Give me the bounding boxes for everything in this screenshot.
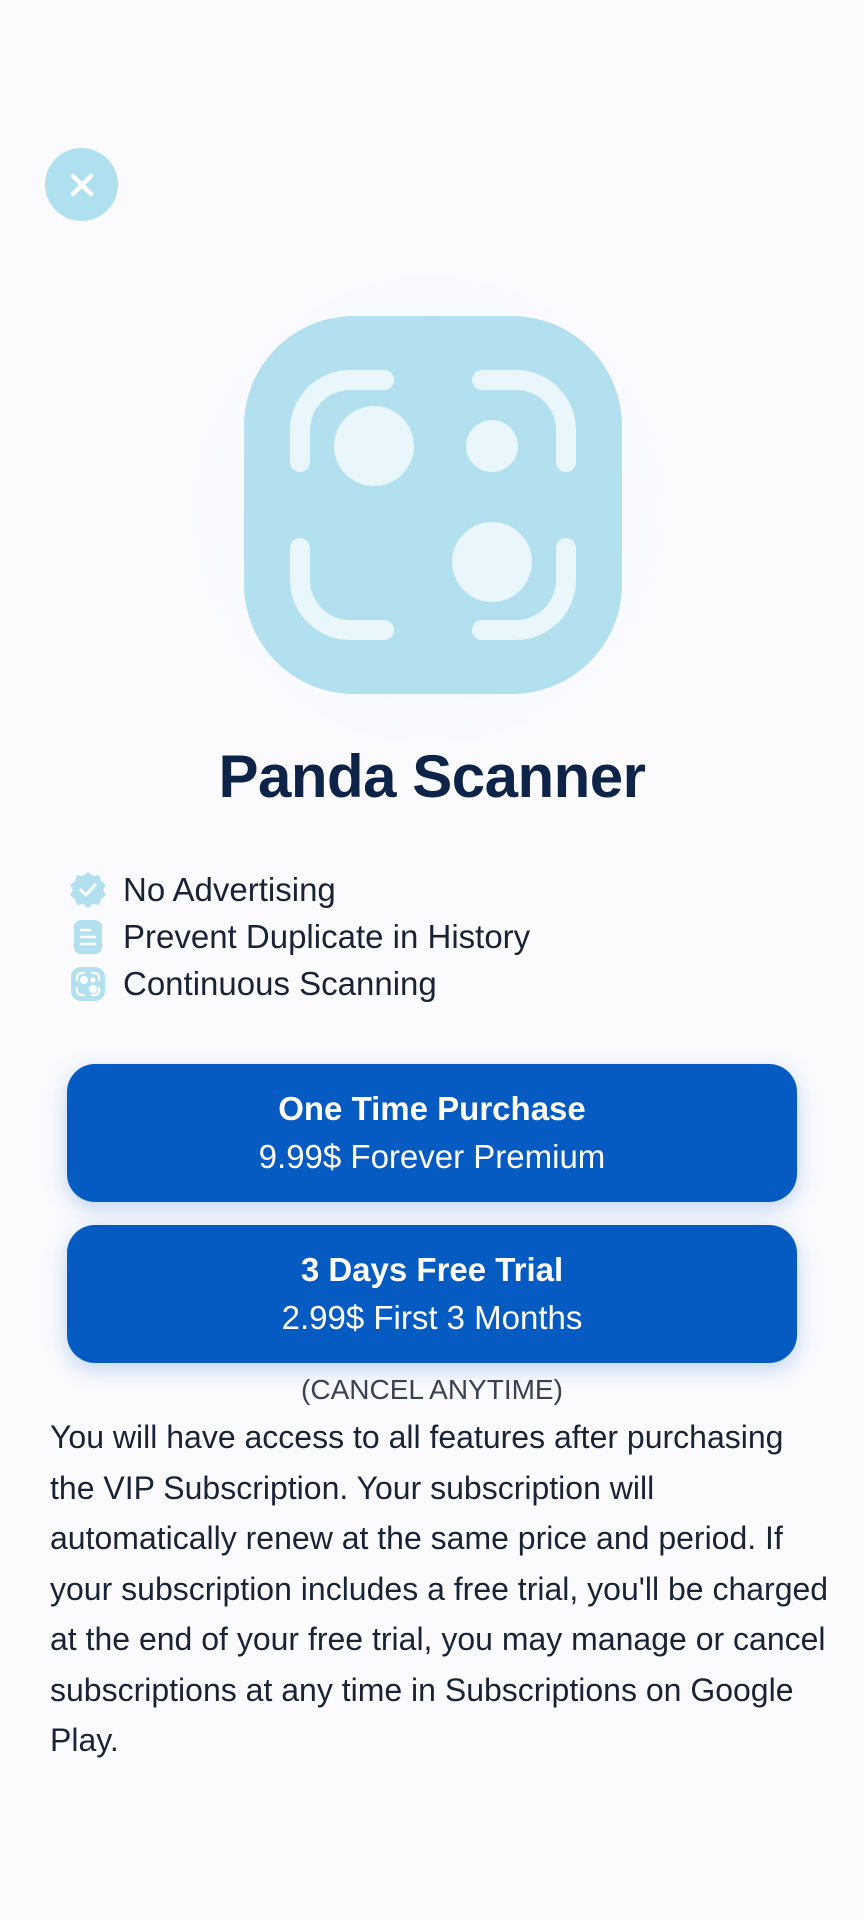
plan-price: 9.99$ Forever Premium xyxy=(258,1138,606,1175)
plan-title: 3 Days Free Trial xyxy=(300,1251,564,1288)
feature-label: No Advertising xyxy=(123,870,336,908)
feature-label: Prevent Duplicate in History xyxy=(123,917,531,955)
scanner-logo-icon xyxy=(290,370,576,640)
cancel-anytime-note: (CANCEL ANYTIME) xyxy=(301,1374,563,1405)
feature-list: No Advertising Prevent Duplicate in Hist… xyxy=(68,866,530,1007)
feature-item: No Advertising xyxy=(68,866,530,913)
plan-title: One Time Purchase xyxy=(278,1090,586,1127)
close-icon xyxy=(70,173,93,196)
scan-icon xyxy=(68,964,108,1004)
feature-item: Continuous Scanning xyxy=(68,960,530,1007)
close-button[interactable] xyxy=(45,148,118,221)
free-trial-button[interactable]: 3 Days Free Trial 2.99$ First 3 Months xyxy=(67,1225,797,1363)
feature-item: Prevent Duplicate in History xyxy=(68,913,530,960)
subscription-disclaimer: You will have access to all features aft… xyxy=(50,1419,829,1758)
app-title: Panda Scanner xyxy=(218,743,646,810)
verified-badge-icon xyxy=(68,870,108,910)
app-logo xyxy=(244,316,622,694)
document-list-icon xyxy=(68,917,108,957)
plan-price: 2.99$ First 3 Months xyxy=(281,1299,583,1336)
feature-label: Continuous Scanning xyxy=(123,964,437,1002)
one-time-purchase-button[interactable]: One Time Purchase 9.99$ Forever Premium xyxy=(67,1064,797,1202)
